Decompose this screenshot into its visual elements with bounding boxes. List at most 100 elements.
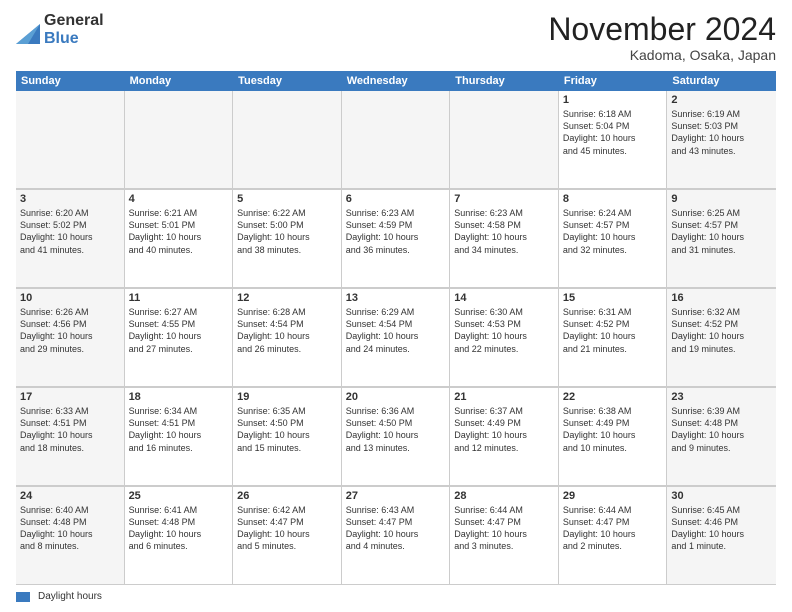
footer: Daylight hours (16, 591, 776, 602)
day-info: Sunrise: 6:24 AM Sunset: 4:57 PM Dayligh… (563, 207, 663, 256)
calendar-cell: 25 Sunrise: 6:41 AM Sunset: 4:48 PM Dayli… (125, 487, 234, 585)
day-number: 14 (454, 292, 554, 304)
day-number: 26 (237, 490, 337, 502)
calendar-cell: 13 Sunrise: 6:29 AM Sunset: 4:54 PM Dayli… (342, 289, 451, 387)
calendar-cell: 14 Sunrise: 6:30 AM Sunset: 4:53 PM Dayli… (450, 289, 559, 387)
day-number: 18 (129, 391, 229, 403)
calendar-cell: 12 Sunrise: 6:28 AM Sunset: 4:54 PM Dayli… (233, 289, 342, 387)
day-number: 19 (237, 391, 337, 403)
calendar-cell: 16 Sunrise: 6:32 AM Sunset: 4:52 PM Dayli… (667, 289, 776, 387)
day-info: Sunrise: 6:27 AM Sunset: 4:55 PM Dayligh… (129, 306, 229, 355)
calendar-cell: 28Sunrise: 6:44 AM Sunset: 4:47 PM Dayli… (450, 487, 559, 585)
calendar-cell: 5 Sunrise: 6:22 AM Sunset: 5:00 PM Daylig… (233, 190, 342, 288)
day-info: Sunrise: 6:45 AM Sunset: 4:46 PM Dayligh… (671, 504, 772, 553)
calendar: SundayMondayTuesdayWednesdayThursdayFrid… (16, 71, 776, 585)
day-info: Sunrise: 6:25 AM Sunset: 4:57 PM Dayligh… (671, 207, 772, 256)
logo-blue-text: Blue (44, 30, 104, 48)
calendar-cell (450, 91, 559, 189)
day-info: Sunrise: 6:34 AM Sunset: 4:51 PM Dayligh… (129, 405, 229, 454)
day-info: Sunrise: 6:21 AM Sunset: 5:01 PM Dayligh… (129, 207, 229, 256)
day-info: Sunrise: 6:44 AM Sunset: 4:47 PM Dayligh… (454, 504, 554, 553)
day-number: 6 (346, 193, 446, 205)
day-number: 7 (454, 193, 554, 205)
day-number: 25 (129, 490, 229, 502)
day-info: Sunrise: 6:37 AM Sunset: 4:49 PM Dayligh… (454, 405, 554, 454)
calendar-body: 1Sunrise: 6:18 AM Sunset: 5:04 PM Daylig… (16, 91, 776, 585)
calendar-cell: 8 Sunrise: 6:24 AM Sunset: 4:57 PM Daylig… (559, 190, 668, 288)
day-info: Sunrise: 6:26 AM Sunset: 4:56 PM Dayligh… (20, 306, 120, 355)
day-number: 27 (346, 490, 446, 502)
day-number: 13 (346, 292, 446, 304)
legend-label: Daylight hours (38, 591, 102, 602)
day-number: 30 (671, 490, 772, 502)
calendar-cell: 15Sunrise: 6:31 AM Sunset: 4:52 PM Dayli… (559, 289, 668, 387)
calendar-cell: 27 Sunrise: 6:43 AM Sunset: 4:47 PM Dayli… (342, 487, 451, 585)
day-number: 20 (346, 391, 446, 403)
calendar-cell: 29 Sunrise: 6:44 AM Sunset: 4:47 PM Dayli… (559, 487, 668, 585)
day-info: Sunrise: 6:19 AM Sunset: 5:03 PM Dayligh… (671, 108, 772, 157)
calendar-cell: 3Sunrise: 6:20 AM Sunset: 5:02 PM Daylig… (16, 190, 125, 288)
day-number: 16 (671, 292, 772, 304)
day-number: 9 (671, 193, 772, 205)
calendar-header-day: Friday (559, 71, 668, 91)
calendar-cell: 22 Sunrise: 6:38 AM Sunset: 4:49 PM Dayli… (559, 388, 668, 486)
subtitle: Kadoma, Osaka, Japan (548, 47, 776, 63)
day-info: Sunrise: 6:35 AM Sunset: 4:50 PM Dayligh… (237, 405, 337, 454)
day-number: 12 (237, 292, 337, 304)
day-number: 17 (20, 391, 120, 403)
day-info: Sunrise: 6:28 AM Sunset: 4:54 PM Dayligh… (237, 306, 337, 355)
calendar-cell: 23Sunrise: 6:39 AM Sunset: 4:48 PM Dayli… (667, 388, 776, 486)
calendar-cell (342, 91, 451, 189)
day-number: 24 (20, 490, 120, 502)
day-number: 8 (563, 193, 663, 205)
calendar-cell: 19 Sunrise: 6:35 AM Sunset: 4:50 PM Dayli… (233, 388, 342, 486)
calendar-cell: 21 Sunrise: 6:37 AM Sunset: 4:49 PM Dayli… (450, 388, 559, 486)
calendar-cell: 30 Sunrise: 6:45 AM Sunset: 4:46 PM Dayli… (667, 487, 776, 585)
day-number: 23 (671, 391, 772, 403)
day-info: Sunrise: 6:18 AM Sunset: 5:04 PM Dayligh… (563, 108, 663, 157)
logo-text: General Blue (44, 12, 104, 47)
title-block: November 2024 Kadoma, Osaka, Japan (548, 12, 776, 63)
legend-box (16, 592, 30, 602)
month-title: November 2024 (548, 12, 776, 47)
day-number: 22 (563, 391, 663, 403)
day-number: 21 (454, 391, 554, 403)
day-info: Sunrise: 6:23 AM Sunset: 4:59 PM Dayligh… (346, 207, 446, 256)
calendar-cell: 10Sunrise: 6:26 AM Sunset: 4:56 PM Dayli… (16, 289, 125, 387)
day-info: Sunrise: 6:22 AM Sunset: 5:00 PM Dayligh… (237, 207, 337, 256)
day-info: Sunrise: 6:42 AM Sunset: 4:47 PM Dayligh… (237, 504, 337, 553)
calendar-cell: 1Sunrise: 6:18 AM Sunset: 5:04 PM Daylig… (559, 91, 668, 189)
calendar-cell: 18 Sunrise: 6:34 AM Sunset: 4:51 PM Dayli… (125, 388, 234, 486)
day-info: Sunrise: 6:38 AM Sunset: 4:49 PM Dayligh… (563, 405, 663, 454)
calendar-cell: 4 Sunrise: 6:21 AM Sunset: 5:01 PM Daylig… (125, 190, 234, 288)
day-info: Sunrise: 6:23 AM Sunset: 4:58 PM Dayligh… (454, 207, 554, 256)
calendar-header-day: Monday (125, 71, 234, 91)
calendar-cell: 17Sunrise: 6:33 AM Sunset: 4:51 PM Dayli… (16, 388, 125, 486)
day-info: Sunrise: 6:32 AM Sunset: 4:52 PM Dayligh… (671, 306, 772, 355)
day-info: Sunrise: 6:30 AM Sunset: 4:53 PM Dayligh… (454, 306, 554, 355)
day-number: 2 (671, 94, 772, 106)
day-info: Sunrise: 6:41 AM Sunset: 4:48 PM Dayligh… (129, 504, 229, 553)
calendar-cell: 24 Sunrise: 6:40 AM Sunset: 4:48 PM Dayli… (16, 487, 125, 585)
calendar-header-day: Thursday (450, 71, 559, 91)
calendar-cell (125, 91, 234, 189)
day-info: Sunrise: 6:44 AM Sunset: 4:47 PM Dayligh… (563, 504, 663, 553)
day-info: Sunrise: 6:29 AM Sunset: 4:54 PM Dayligh… (346, 306, 446, 355)
calendar-week-row: 17Sunrise: 6:33 AM Sunset: 4:51 PM Dayli… (16, 388, 776, 487)
day-number: 29 (563, 490, 663, 502)
calendar-cell: 2 Sunrise: 6:19 AM Sunset: 5:03 PM Daylig… (667, 91, 776, 189)
day-number: 5 (237, 193, 337, 205)
header: General Blue November 2024 Kadoma, Osaka… (16, 12, 776, 63)
calendar-week-row: 1Sunrise: 6:18 AM Sunset: 5:04 PM Daylig… (16, 91, 776, 190)
day-info: Sunrise: 6:36 AM Sunset: 4:50 PM Dayligh… (346, 405, 446, 454)
calendar-cell: 20 Sunrise: 6:36 AM Sunset: 4:50 PM Dayli… (342, 388, 451, 486)
calendar-cell: 26 Sunrise: 6:42 AM Sunset: 4:47 PM Dayli… (233, 487, 342, 585)
calendar-header-day: Sunday (16, 71, 125, 91)
calendar-week-row: 3Sunrise: 6:20 AM Sunset: 5:02 PM Daylig… (16, 190, 776, 289)
day-info: Sunrise: 6:43 AM Sunset: 4:47 PM Dayligh… (346, 504, 446, 553)
day-info: Sunrise: 6:40 AM Sunset: 4:48 PM Dayligh… (20, 504, 120, 553)
day-number: 4 (129, 193, 229, 205)
calendar-cell (233, 91, 342, 189)
day-info: Sunrise: 6:20 AM Sunset: 5:02 PM Dayligh… (20, 207, 120, 256)
calendar-week-row: 24 Sunrise: 6:40 AM Sunset: 4:48 PM Dayli… (16, 487, 776, 585)
